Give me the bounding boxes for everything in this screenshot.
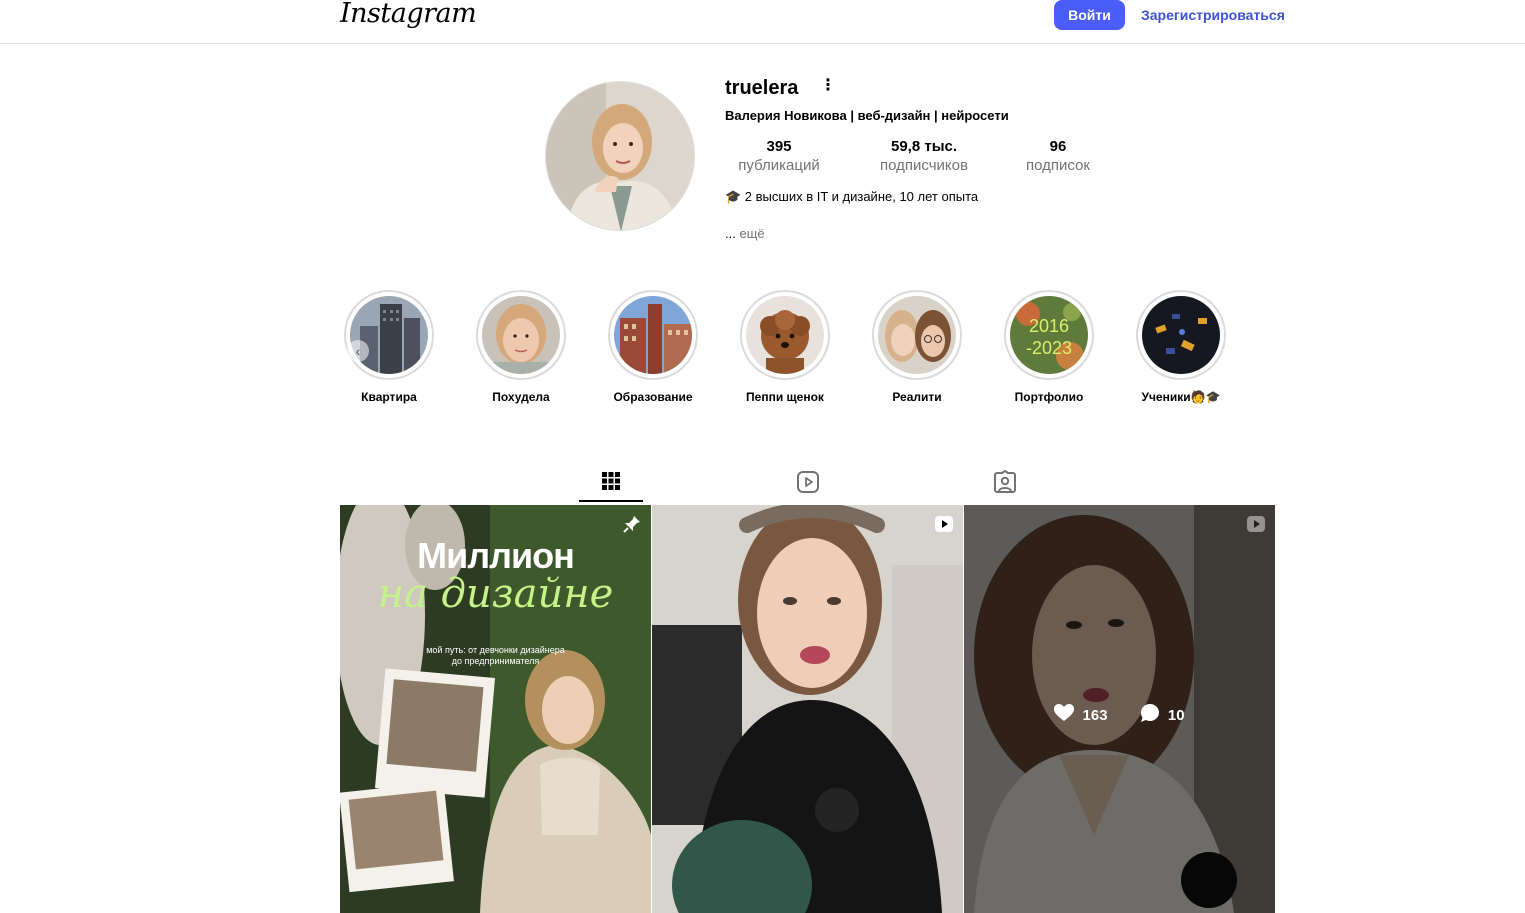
svg-text:-2023: -2023 [1026,338,1072,358]
highlight-thumbnail [1142,296,1220,374]
post-tile-reel[interactable] [652,505,963,913]
post-engagement-stats: 163 10 [964,703,1275,727]
highlight-label: Образование [613,390,693,404]
tab-posts[interactable] [579,466,643,502]
post-cover-subtitle-line-2: до предпринимателя [451,656,540,666]
chevron-left-icon[interactable]: ‹ [347,340,369,362]
highlight-thumbnail [482,296,560,374]
likes-count: 163 [1082,706,1108,724]
login-button[interactable]: Войти [1054,0,1125,30]
tagged-icon [994,470,1016,493]
heart-icon [1054,704,1075,726]
highlight-reality[interactable]: Реалити [862,290,972,404]
highlight-thumbnail [614,296,692,374]
highlight-label: Квартира [361,390,417,404]
highlight-education[interactable]: Образование [598,290,708,404]
highlight-weight-loss[interactable]: Похудела [466,290,576,404]
post-cover-script: на дизайне [377,571,614,617]
stat-posts: 395 публикаций [734,138,824,174]
highlight-thumbnail [350,296,428,374]
bio-more-link[interactable]: ... ещё [725,226,765,241]
instagram-logo[interactable]: Instagram [340,0,477,29]
comments-count: 10 [1167,706,1185,724]
highlight-puppy[interactable]: Пеппи щенок [730,290,840,404]
stat-following[interactable]: 96 подписок [1018,138,1098,174]
post-tile-reel-hovered[interactable]: 163 10 [964,505,1275,913]
post-cover-subtitle-line-1: мой путь: от девчонки дизайнера [426,645,565,655]
stat-followers-value: 59,8 тыс. [890,138,958,155]
highlight-label: Портфолио [1014,390,1084,404]
highlight-portfolio[interactable]: 2016 -2023 Портфолио [994,290,1104,404]
profile-avatar[interactable] [545,81,695,231]
tab-reels[interactable] [776,466,840,502]
tab-tagged[interactable] [973,466,1037,502]
bio-more-dots: ... [725,226,736,241]
bio-more-label: ещё [739,226,765,241]
stat-followers-label: подписчиков [880,157,968,174]
svg-text:2016: 2016 [1029,316,1069,336]
post-cover-subtitle: мой путь: от девчонки дизайнера до предп… [340,645,651,667]
profile-bio: 🎓 2 высших в IT и дизайне, 10 лет опыта [725,189,979,204]
highlight-label: Реалити [892,390,942,404]
stat-following-label: подписок [1026,157,1090,174]
highlight-thumbnail [746,296,824,374]
highlight-thumbnail [878,296,956,374]
top-bar: Instagram Войти Зарегистрироваться [0,0,1525,44]
stat-following-value: 96 [1049,138,1067,155]
post-tile-pinned[interactable]: Миллион на дизайне мой путь: от девчонки… [340,505,651,913]
highlight-label: Пеппи щенок [746,390,824,404]
stat-posts-label: публикаций [738,157,820,174]
reel-icon [934,514,954,539]
profile-full-name: Валерия Новикова | веб-дизайн | нейросет… [725,108,1009,123]
pin-icon [622,514,642,539]
stat-followers[interactable]: 59,8 тыс. подписчиков [870,138,978,174]
comment-icon [1140,703,1160,727]
grid-icon [602,472,620,490]
signup-link[interactable]: Зарегистрироваться [1141,7,1285,23]
reels-icon [797,471,819,493]
highlight-thumbnail: 2016 -2023 [1010,296,1088,374]
highlight-label: Ученики🧑🎓 [1141,390,1221,404]
highlight-label: Похудела [492,390,550,404]
more-options-icon[interactable]: ⋮ [820,77,836,95]
reel-icon [1246,514,1266,539]
stat-posts-value: 395 [766,138,792,155]
highlight-students[interactable]: Ученики🧑🎓 [1126,290,1236,404]
profile-username: truelera [725,77,799,99]
